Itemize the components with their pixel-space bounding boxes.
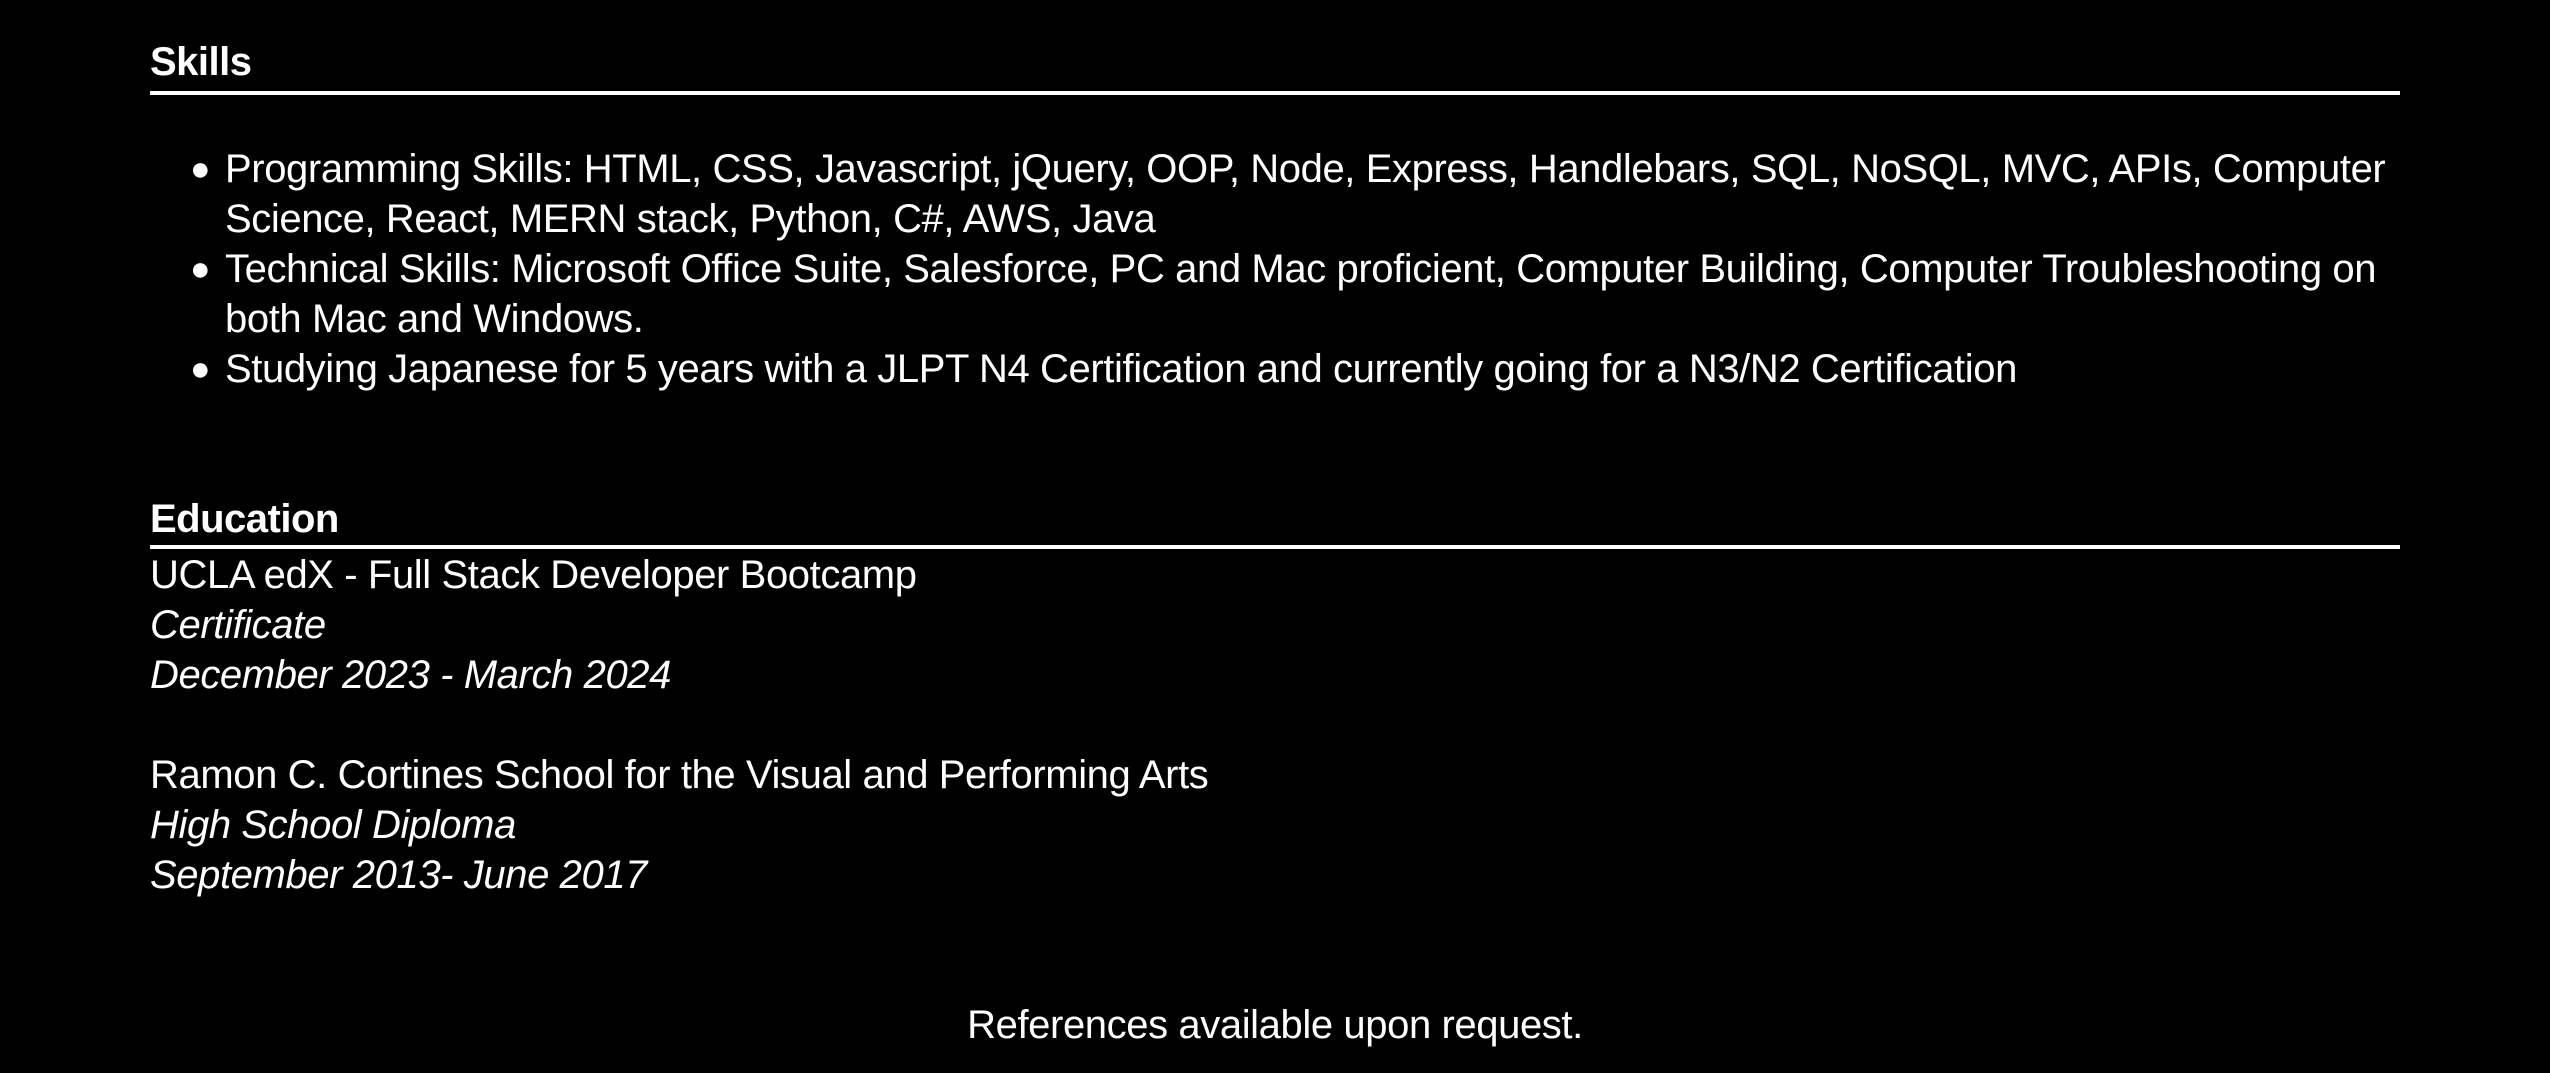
education-divider (150, 545, 2400, 549)
date-range: December 2023 - March 2024 (150, 653, 671, 697)
skills-list: ● Programming Skills: HTML, CSS, Javascr… (150, 144, 2400, 394)
credential: High School Diploma (150, 803, 516, 847)
skill-text: Studying Japanese for 5 years with a JLP… (225, 347, 2017, 391)
education-entry: Ramon C. Cortines School for the Visual … (150, 750, 2400, 900)
credential: Certificate (150, 603, 326, 647)
education-entry: UCLA edX - Full Stack Developer Bootcamp… (150, 550, 2400, 700)
bullet-icon: ● (190, 250, 211, 288)
bullet-icon: ● (190, 150, 211, 188)
education-heading: Education (150, 497, 339, 541)
date-range: September 2013- June 2017 (150, 853, 648, 897)
references-note: References available upon request. (967, 1003, 1583, 1047)
school-name: UCLA edX - Full Stack Developer Bootcamp (150, 553, 917, 597)
skill-text: Programming Skills: HTML, CSS, Javascrip… (225, 147, 2386, 241)
school-name: Ramon C. Cortines School for the Visual … (150, 753, 1209, 797)
skills-heading: Skills (150, 40, 252, 84)
skill-item-technical: ● Technical Skills: Microsoft Office Sui… (150, 244, 2400, 344)
skill-text: Technical Skills: Microsoft Office Suite… (225, 247, 2377, 341)
bullet-icon: ● (190, 350, 211, 388)
skills-divider (150, 91, 2400, 95)
skill-item-japanese: ● Studying Japanese for 5 years with a J… (150, 344, 2400, 394)
skill-item-programming: ● Programming Skills: HTML, CSS, Javascr… (150, 144, 2400, 244)
